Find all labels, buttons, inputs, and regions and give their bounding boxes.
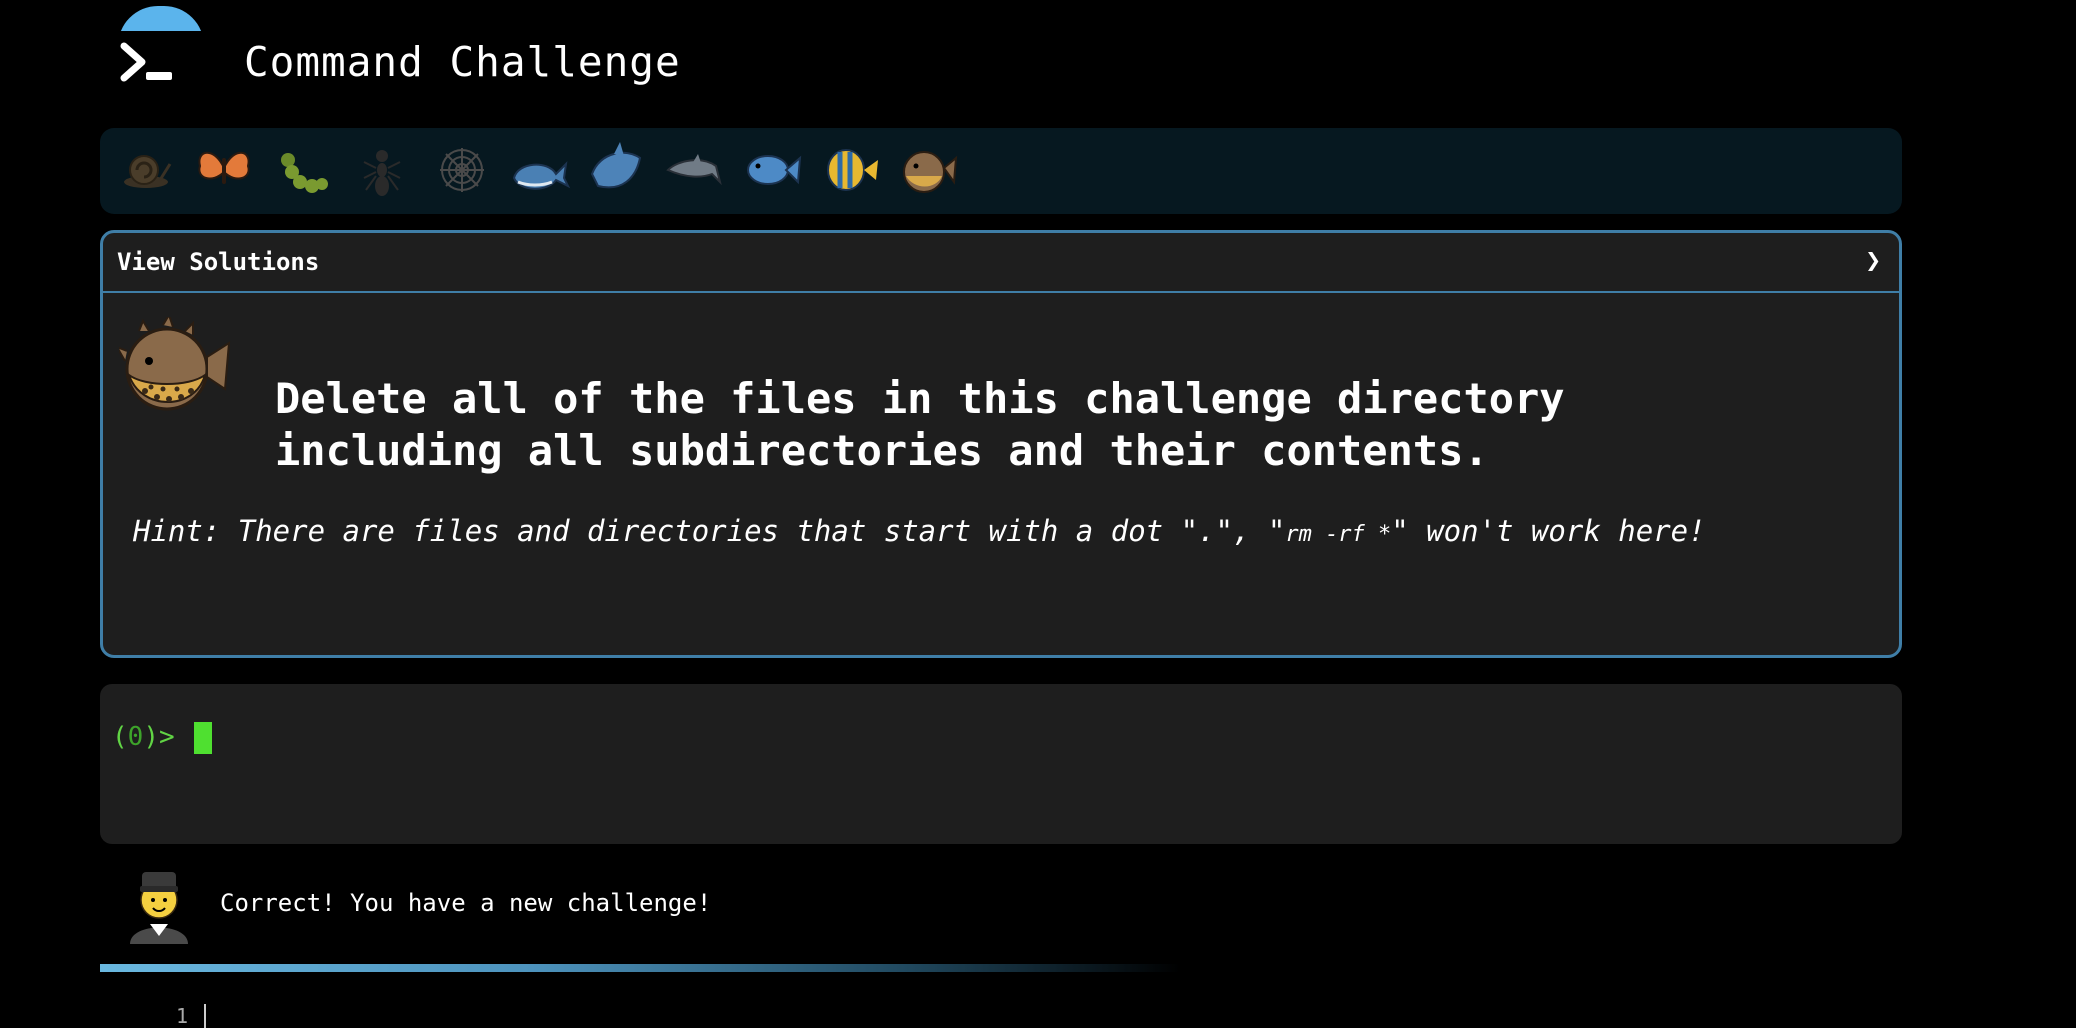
tropical-fish-icon[interactable] <box>818 138 882 202</box>
hint-suffix: " won't work here! <box>1391 514 1706 548</box>
snail-icon[interactable] <box>116 138 180 202</box>
view-solutions-label: View Solutions <box>117 248 320 276</box>
level-strip <box>100 128 1902 214</box>
view-solutions-toggle[interactable]: View Solutions ❯ <box>103 233 1899 293</box>
butterfly-icon[interactable] <box>192 138 256 202</box>
prompt-count: 0 <box>127 722 144 752</box>
terminal-cursor <box>194 722 212 754</box>
prompt-close: )> <box>143 722 175 752</box>
editor[interactable]: 1 <box>100 996 700 1028</box>
chevron-right-icon: ❯ <box>1865 246 1881 276</box>
terminal-prompt: (0)> <box>112 720 175 754</box>
editor-caret <box>204 1004 206 1028</box>
challenge-panel: View Solutions ❯ Delete all of the files… <box>100 230 1902 658</box>
progress-bar <box>100 964 1180 972</box>
ant-icon[interactable] <box>350 138 414 202</box>
challenge-hint: Hint: There are files and directories th… <box>133 513 1873 553</box>
app-title: Command Challenge <box>244 38 681 86</box>
caterpillar-icon[interactable] <box>270 138 334 202</box>
dolphin-icon[interactable] <box>662 138 726 202</box>
hint-command: rm -rf * <box>1285 522 1392 547</box>
hint-prefix: Hint: There are files and directories th… <box>133 514 1286 548</box>
status-text: Correct! You have a new challenge! <box>220 889 712 917</box>
fish-icon[interactable] <box>740 138 804 202</box>
blowfish-icon <box>114 312 233 417</box>
blowfish-icon[interactable] <box>896 138 960 202</box>
status-message: Correct! You have a new challenge! <box>100 858 1100 958</box>
header: Command Challenge <box>0 0 2076 120</box>
terminal-logo-icon[interactable] <box>118 38 178 90</box>
line-number: 1 <box>176 1004 189 1028</box>
terminal-input[interactable]: (0)> <box>100 684 1902 844</box>
prompt-open: ( <box>112 722 128 752</box>
person-avatar-icon <box>124 858 194 944</box>
spider-web-icon[interactable] <box>430 138 494 202</box>
challenge-description: Delete all of the files in this challeng… <box>275 374 1565 475</box>
whale-icon[interactable] <box>508 138 572 202</box>
shark-icon[interactable] <box>584 138 648 202</box>
